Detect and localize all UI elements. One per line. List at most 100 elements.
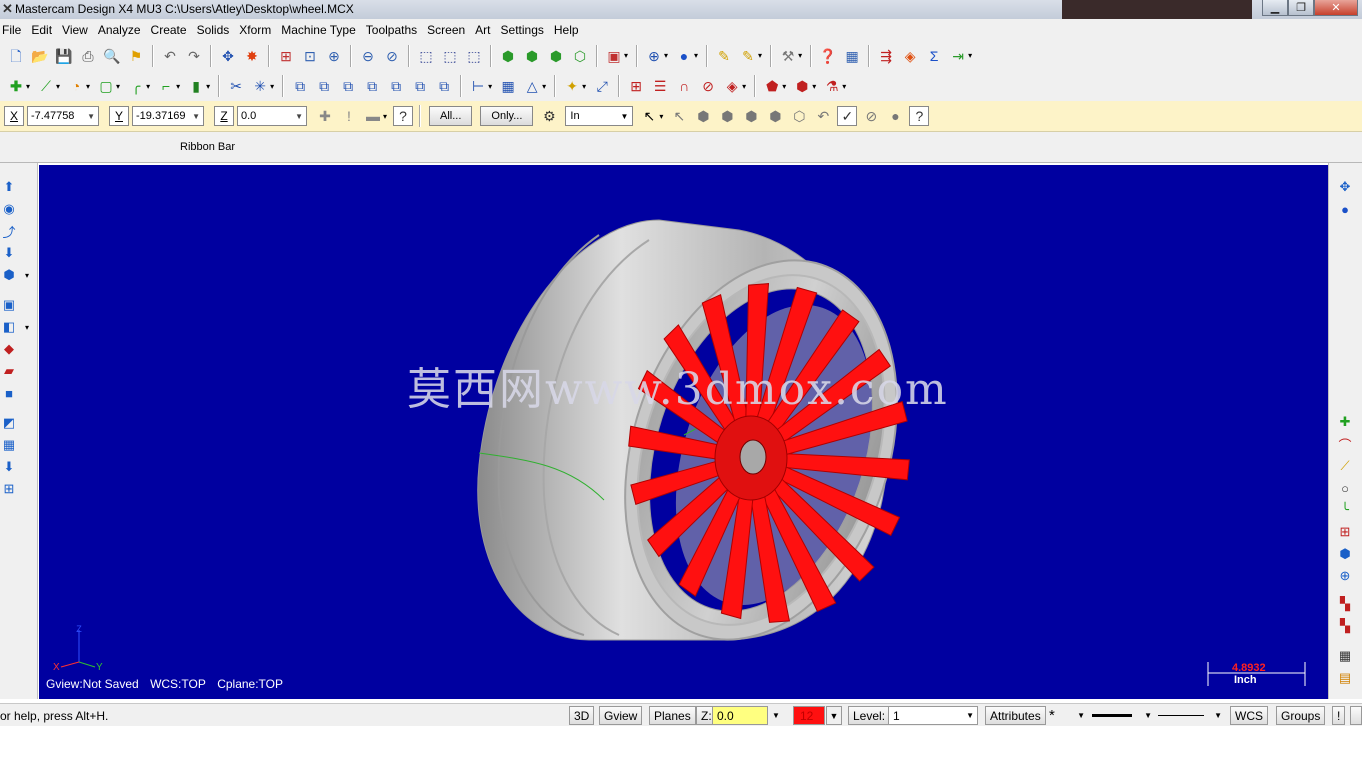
translate-icon[interactable]: ⧉	[290, 76, 310, 96]
menu-screen[interactable]: Screen	[425, 23, 471, 37]
wireframe-cube-icon[interactable]: ⬢	[498, 46, 518, 66]
fast-point-icon[interactable]: ✚	[315, 106, 335, 126]
select-all-button[interactable]: All...	[429, 106, 473, 126]
solid-shell-icon[interactable]: ◆	[0, 340, 18, 358]
unzoom-icon[interactable]: ⊖	[358, 46, 378, 66]
pencil-icon[interactable]: ✎	[714, 46, 734, 66]
create-globe-icon[interactable]: ⊕	[1336, 567, 1354, 585]
maximize-button[interactable]: ❐	[1288, 0, 1314, 16]
overflow-button[interactable]	[1350, 706, 1362, 725]
toolpath-icon[interactable]: ⇶	[876, 46, 896, 66]
autocursor-icon[interactable]: ▬	[363, 106, 383, 126]
line-width-select[interactable]: ▼	[1158, 706, 1222, 725]
create-point-icon[interactable]: ✚	[1336, 413, 1354, 431]
shaded-sphere-icon[interactable]: ●	[1336, 200, 1354, 218]
attributes-button[interactable]: Attributes	[985, 706, 1046, 725]
scale-icon[interactable]: ⧉	[362, 76, 382, 96]
groups-button[interactable]: Groups	[1276, 706, 1326, 725]
star-tool-icon[interactable]: ✦	[562, 76, 582, 96]
globe-icon[interactable]: ⊕	[644, 46, 664, 66]
blend-icon[interactable]: ⊘	[698, 76, 718, 96]
fit-icon[interactable]: ⊞	[276, 46, 296, 66]
solid-boolean-add-icon[interactable]: ■	[0, 384, 18, 402]
solid-boolean-icon[interactable]: ⬢	[792, 76, 812, 96]
menu-help[interactable]: Help	[552, 23, 585, 37]
mirror-icon[interactable]: ⧉	[314, 76, 334, 96]
hidden-cube-icon[interactable]: ⬢	[546, 46, 566, 66]
surface-icon[interactable]: ◈	[722, 76, 742, 96]
z-coord-input[interactable]: 0.0 ▼	[237, 106, 307, 126]
point-style-select[interactable]: * ▼	[1049, 706, 1085, 725]
grid-icon[interactable]: ▦	[498, 76, 518, 96]
solid-loft-icon[interactable]: ⬇	[0, 244, 18, 262]
outline-cube-icon[interactable]: ⬡	[570, 46, 590, 66]
menu-solids[interactable]: Solids	[195, 23, 236, 37]
solid-revolve-icon[interactable]: ◉	[0, 200, 18, 218]
lines-table-icon[interactable]: ☰	[650, 76, 670, 96]
create-circle-icon[interactable]: ○	[1336, 479, 1354, 497]
arc-icon[interactable]: ◔	[66, 76, 86, 96]
select-body-icon[interactable]: ⬢	[741, 106, 761, 126]
solid-extrude-icon[interactable]: ⬆	[0, 178, 18, 196]
zoom-window-icon[interactable]: ⊡	[300, 46, 320, 66]
chamfer-icon[interactable]: ⌐	[156, 76, 176, 96]
menu-view[interactable]: View	[60, 23, 94, 37]
select-solid-icon[interactable]: ⬢	[693, 106, 713, 126]
select-face-icon[interactable]: ⬢	[717, 106, 737, 126]
close-button[interactable]: ✕	[1314, 0, 1358, 16]
front-view-icon[interactable]: ⬚	[440, 46, 460, 66]
units-select[interactable]: In ▼	[565, 106, 634, 126]
print-icon[interactable]: ⎙	[78, 46, 98, 66]
help-pointer-icon[interactable]: ❓	[818, 46, 838, 66]
menu-edit[interactable]: Edit	[29, 23, 58, 37]
line-style-select[interactable]: ▼	[1092, 706, 1152, 725]
help-icon[interactable]: ?	[393, 106, 414, 126]
help-icon[interactable]: ?	[909, 106, 930, 126]
level-input[interactable]: 1 ▼	[888, 706, 978, 725]
repaint-icon[interactable]: ✸	[242, 46, 262, 66]
create-fillet-icon[interactable]: ╰	[1336, 501, 1354, 519]
exclaim-button[interactable]: !	[1332, 706, 1346, 725]
y-coord-label[interactable]: Y	[109, 106, 129, 126]
solid-primitive-icon[interactable]: ⬢	[0, 266, 18, 284]
solid-manager-icon[interactable]: ⊞	[0, 480, 18, 498]
cancel-selection-icon[interactable]: ⊘	[861, 106, 881, 126]
side-view-icon[interactable]: ⬚	[464, 46, 484, 66]
select-only-button[interactable]: Only...	[480, 106, 534, 126]
y-coord-input[interactable]: -19.37169 ▼	[132, 106, 204, 126]
pan-icon[interactable]: ✥	[218, 46, 238, 66]
dimension-icon[interactable]: ⊢	[468, 76, 488, 96]
flask-icon[interactable]: ⚗	[822, 76, 842, 96]
analyze-tool-icon[interactable]: ⚒	[778, 46, 798, 66]
solid-trim-icon[interactable]: ▰	[0, 362, 18, 380]
backplot-icon[interactable]: ◈	[900, 46, 920, 66]
z-depth-input[interactable]: 0.0	[712, 706, 768, 725]
x-coord-label[interactable]: X	[4, 106, 24, 126]
multi-pencil-icon[interactable]: ✎	[738, 46, 758, 66]
redo-icon[interactable]: ↷	[184, 46, 204, 66]
solid-icon[interactable]: ⬟	[762, 76, 782, 96]
chevron-down-icon[interactable]: ▼	[192, 112, 200, 121]
end-selection-icon[interactable]: ●	[885, 106, 905, 126]
properties-icon[interactable]: ⚑	[126, 46, 146, 66]
menu-file[interactable]: File	[0, 23, 27, 37]
solid-layout-icon[interactable]: ▦	[0, 436, 18, 454]
trim-icon[interactable]: ✂	[226, 76, 246, 96]
menu-analyze[interactable]: Analyze	[96, 23, 147, 37]
break-icon[interactable]: ✳	[250, 76, 270, 96]
menu-settings[interactable]: Settings	[499, 23, 550, 37]
color-swatch[interactable]: 12	[793, 706, 825, 725]
sigma-icon[interactable]: Σ	[924, 46, 944, 66]
select-cursor-icon[interactable]: ↖	[669, 106, 689, 126]
solid-fillet-icon[interactable]: ▣	[0, 296, 18, 314]
rectangle-icon[interactable]: ▢	[96, 76, 116, 96]
cursor-icon[interactable]: ↖	[639, 106, 659, 126]
zoom-out-icon[interactable]: ⊘	[382, 46, 402, 66]
chevron-down-icon[interactable]: ▼	[772, 706, 788, 725]
verify-icon[interactable]: ✓	[837, 106, 858, 126]
top-view-icon[interactable]: ⬚	[416, 46, 436, 66]
menu-create[interactable]: Create	[149, 23, 193, 37]
menu-art[interactable]: Art	[473, 23, 496, 37]
select-back-icon[interactable]: ⬡	[789, 106, 809, 126]
table-icon[interactable]: ⊞	[626, 76, 646, 96]
